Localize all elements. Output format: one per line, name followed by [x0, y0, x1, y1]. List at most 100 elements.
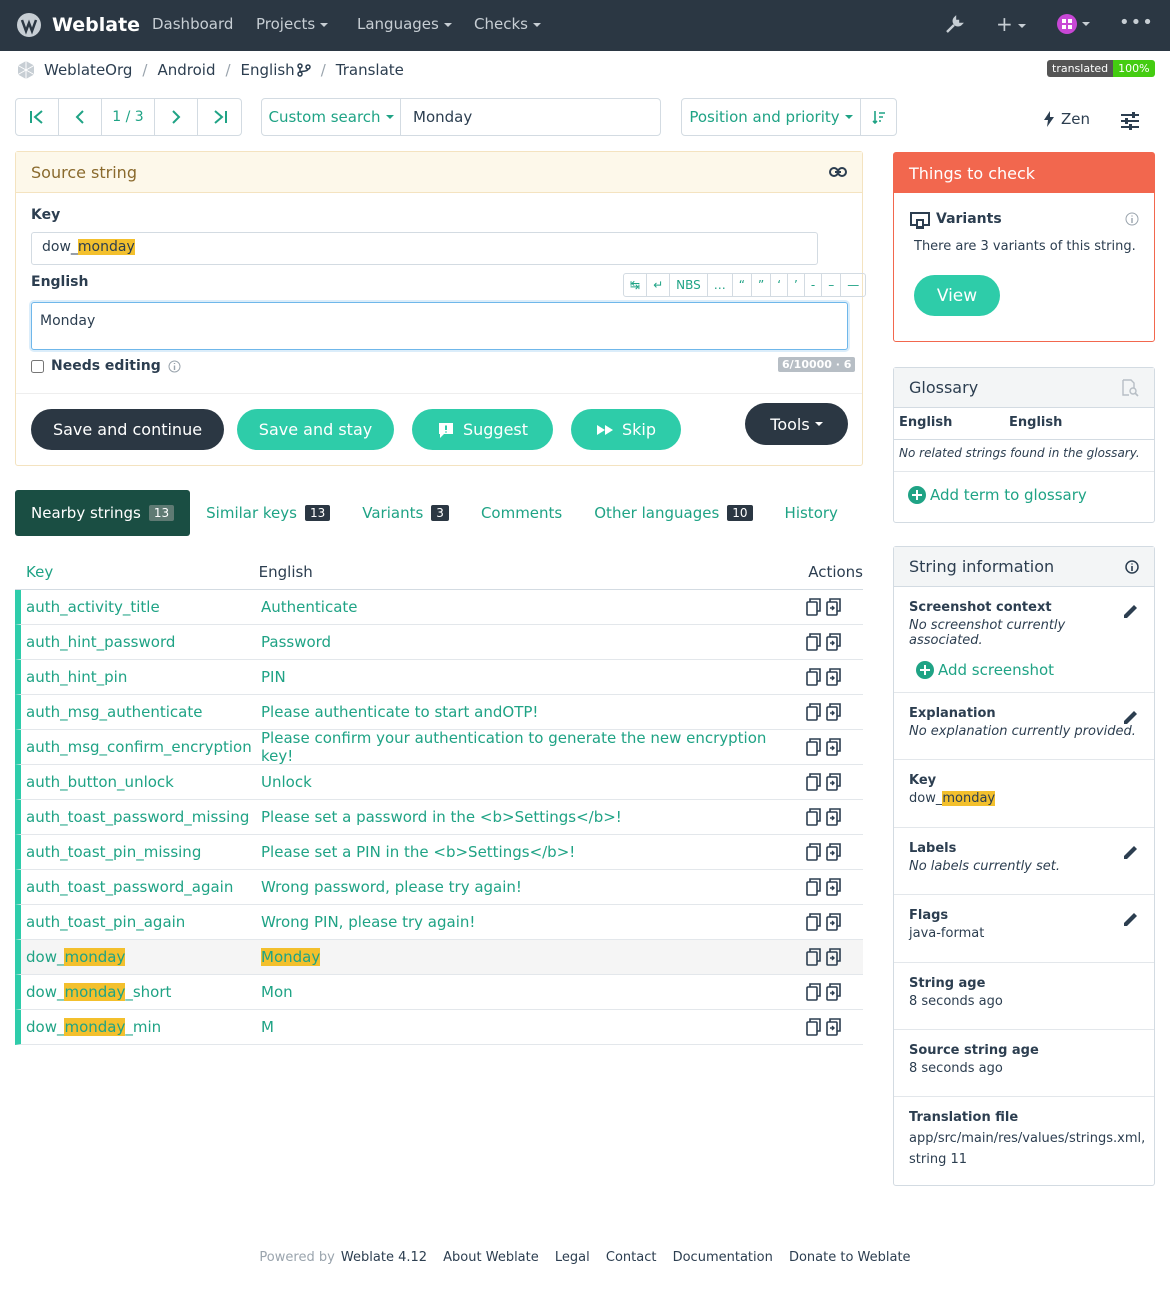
row-text-link[interactable]: Unlock [261, 773, 797, 791]
clone-icon[interactable] [826, 878, 842, 896]
row-text-link[interactable]: Please confirm your authentication to ge… [261, 729, 797, 765]
copy-icon[interactable] [806, 948, 822, 966]
pencil-icon[interactable] [1122, 708, 1140, 726]
newline-char-button[interactable]: ↵ [647, 274, 671, 296]
ellipsis-char-button[interactable]: … [708, 274, 733, 296]
pencil-icon[interactable] [1122, 843, 1140, 861]
single-quote-open-button[interactable]: ‘ [771, 274, 789, 296]
en-dash-button[interactable]: – [822, 274, 842, 296]
breadcrumb-translate[interactable]: Translate [336, 61, 404, 79]
wrench-icon[interactable] [944, 15, 964, 35]
more-icon[interactable]: ••• [1119, 12, 1154, 33]
clone-icon[interactable] [826, 843, 842, 861]
clone-icon[interactable] [826, 633, 842, 651]
row-text-link[interactable]: Wrong PIN, please try again! [261, 913, 797, 931]
clone-icon[interactable] [826, 703, 842, 721]
copy-icon[interactable] [806, 843, 822, 861]
clone-icon[interactable] [826, 948, 842, 966]
copy-icon[interactable] [806, 598, 822, 616]
tab-char-button[interactable]: ↹ [624, 274, 648, 296]
table-row[interactable]: auth_toast_pin_again Wrong PIN, please tr… [15, 905, 863, 940]
tab-history[interactable]: History [769, 490, 854, 536]
row-text-link[interactable]: M [261, 1018, 797, 1036]
footer-donate-link[interactable]: Donate to Weblate [789, 1250, 911, 1265]
table-row[interactable]: auth_msg_confirm_encryption Please confir… [15, 729, 863, 765]
breadcrumb-project[interactable]: WeblateOrg [44, 61, 132, 79]
copy-icon[interactable] [806, 983, 822, 1001]
next-button[interactable] [155, 99, 198, 135]
table-row[interactable]: dow_monday_short Mon [15, 975, 863, 1010]
add-menu[interactable]: + [996, 12, 1026, 36]
needs-editing-checkbox[interactable]: Needs editing [31, 358, 181, 374]
search-input[interactable] [401, 99, 660, 135]
table-row[interactable]: auth_activity_title Authenticate [15, 590, 863, 625]
row-key-link[interactable]: dow_monday_short [21, 983, 261, 1001]
quote-close-button[interactable]: ” [752, 274, 772, 296]
pencil-icon[interactable] [1122, 602, 1140, 620]
clone-icon[interactable] [826, 808, 842, 826]
quote-open-button[interactable]: “ [733, 274, 752, 296]
user-menu[interactable] [1057, 14, 1090, 34]
row-key-link[interactable]: auth_toast_password_missing [21, 808, 261, 826]
copy-icon[interactable] [806, 808, 822, 826]
footer-contact-link[interactable]: Contact [606, 1250, 657, 1265]
row-text-link[interactable]: Mon [261, 983, 797, 1001]
view-variants-button[interactable]: View [914, 275, 1000, 316]
clone-icon[interactable] [826, 1018, 842, 1036]
skip-button[interactable]: Skip [571, 409, 681, 450]
first-button[interactable] [16, 99, 59, 135]
nav-languages[interactable]: Languages [357, 15, 452, 33]
row-key-link[interactable]: auth_hint_pin [21, 668, 261, 686]
row-key-link[interactable]: auth_hint_password [21, 633, 261, 651]
table-row[interactable]: auth_toast_password_again Wrong password,… [15, 870, 863, 905]
copy-icon[interactable] [806, 738, 822, 756]
settings-sliders-icon[interactable] [1120, 112, 1140, 130]
row-text-link[interactable]: Please set a PIN in the <b>Settings</b>! [261, 843, 797, 861]
search-mode-dropdown[interactable]: Custom search [262, 99, 401, 135]
row-text-link[interactable]: PIN [261, 668, 797, 686]
footer-legal-link[interactable]: Legal [555, 1250, 590, 1265]
table-row[interactable]: auth_button_unlock Unlock [15, 765, 863, 800]
table-row[interactable]: auth_hint_password Password [15, 625, 863, 660]
link-icon[interactable] [829, 166, 847, 178]
needs-editing-check[interactable] [31, 359, 44, 373]
row-text-link[interactable]: Password [261, 633, 797, 651]
tab-similar-keys[interactable]: Similar keys 13 [190, 490, 346, 536]
breadcrumb-language[interactable]: English [241, 61, 295, 79]
clone-icon[interactable] [826, 913, 842, 931]
brand[interactable]: Weblate [16, 12, 140, 38]
hyphen-button[interactable]: - [805, 274, 823, 296]
row-key-link[interactable]: dow_monday [21, 948, 261, 966]
search-document-icon[interactable] [1121, 378, 1139, 397]
table-row[interactable]: auth_hint_pin PIN [15, 660, 863, 695]
table-row[interactable]: auth_toast_pin_missing Please set a PIN i… [15, 835, 863, 870]
table-row[interactable]: auth_toast_password_missing Please set a … [15, 800, 863, 835]
table-row[interactable]: dow_monday_min M [15, 1010, 863, 1045]
nav-dashboard[interactable]: Dashboard [152, 15, 233, 33]
save-continue-button[interactable]: Save and continue [31, 409, 224, 450]
row-key-link[interactable]: dow_monday_min [21, 1018, 261, 1036]
last-button[interactable] [198, 99, 241, 135]
row-text-link[interactable]: Please set a password in the <b>Settings… [261, 808, 797, 826]
tab-other-languages[interactable]: Other languages 10 [578, 490, 768, 536]
translation-editor[interactable]: Monday [31, 302, 848, 350]
tab-comments[interactable]: Comments [465, 490, 578, 536]
clone-icon[interactable] [826, 738, 842, 756]
row-text-link[interactable]: Wrong password, please try again! [261, 878, 797, 896]
sort-dropdown[interactable]: Position and priority [682, 99, 861, 135]
breadcrumb-component[interactable]: Android [157, 61, 215, 79]
row-key-link[interactable]: auth_msg_confirm_encryption [21, 738, 261, 756]
row-key-link[interactable]: auth_toast_password_again [21, 878, 261, 896]
add-term-link[interactable]: Add term to glossary [908, 486, 1087, 504]
suggest-button[interactable]: Suggest [412, 409, 553, 450]
tab-variants[interactable]: Variants 3 [346, 490, 465, 536]
copy-icon[interactable] [806, 668, 822, 686]
clone-icon[interactable] [826, 773, 842, 791]
row-key-link[interactable]: auth_activity_title [21, 598, 261, 616]
copy-icon[interactable] [806, 703, 822, 721]
copy-icon[interactable] [806, 913, 822, 931]
nav-checks[interactable]: Checks [474, 15, 541, 33]
table-row[interactable]: dow_monday Monday [15, 940, 863, 975]
row-text-link[interactable]: Monday [261, 948, 797, 966]
row-text-link[interactable]: Please authenticate to start andOTP! [261, 703, 797, 721]
